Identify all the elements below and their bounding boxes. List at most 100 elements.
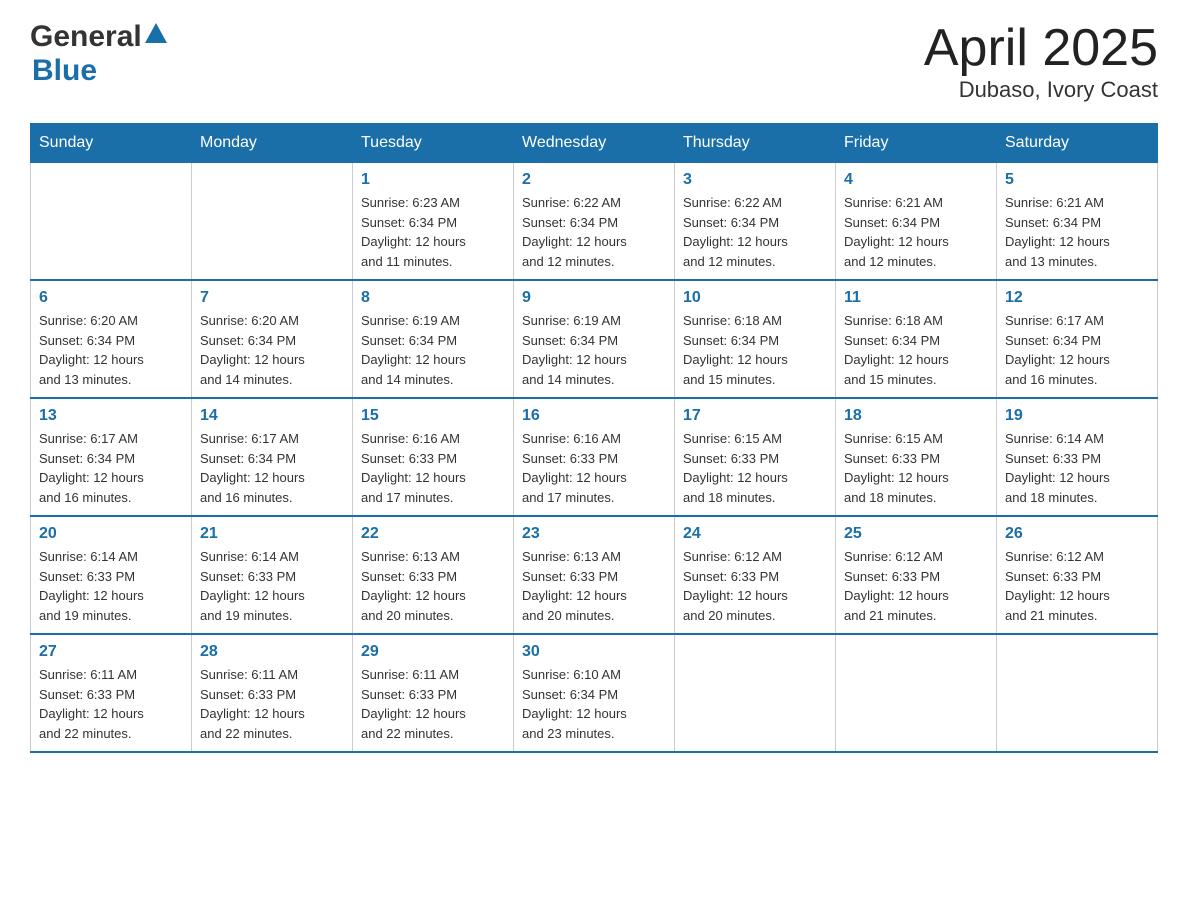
day-info: Sunrise: 6:22 AM Sunset: 6:34 PM Dayligh… <box>522 193 666 271</box>
calendar-cell: 28 Sunrise: 6:11 AM Sunset: 6:33 PM Dayli… <box>192 634 353 752</box>
calendar-cell: 22 Sunrise: 6:13 AM Sunset: 6:33 PM Dayli… <box>353 516 514 634</box>
logo-blue-text: Blue <box>32 54 97 87</box>
day-number: 5 <box>1005 171 1149 189</box>
day-number: 1 <box>361 171 505 189</box>
calendar-subtitle: Dubaso, Ivory Coast <box>924 77 1158 103</box>
weekday-header-saturday: Saturday <box>997 124 1158 163</box>
day-number: 22 <box>361 525 505 543</box>
calendar-cell: 30 Sunrise: 6:10 AM Sunset: 6:34 PM Dayli… <box>514 634 675 752</box>
week-row-5: 27 Sunrise: 6:11 AM Sunset: 6:33 PM Dayli… <box>31 634 1158 752</box>
calendar-cell <box>836 634 997 752</box>
weekday-header-sunday: Sunday <box>31 124 192 163</box>
day-number: 12 <box>1005 289 1149 307</box>
calendar-cell: 23 Sunrise: 6:13 AM Sunset: 6:33 PM Dayli… <box>514 516 675 634</box>
day-info: Sunrise: 6:17 AM Sunset: 6:34 PM Dayligh… <box>39 429 183 507</box>
calendar-cell: 26 Sunrise: 6:12 AM Sunset: 6:33 PM Dayli… <box>997 516 1158 634</box>
day-info: Sunrise: 6:16 AM Sunset: 6:33 PM Dayligh… <box>361 429 505 507</box>
calendar-title: April 2025 <box>924 20 1158 77</box>
day-info: Sunrise: 6:17 AM Sunset: 6:34 PM Dayligh… <box>200 429 344 507</box>
day-info: Sunrise: 6:11 AM Sunset: 6:33 PM Dayligh… <box>361 665 505 743</box>
calendar-cell: 2Sunrise: 6:22 AM Sunset: 6:34 PM Daylig… <box>514 163 675 281</box>
day-number: 18 <box>844 407 988 425</box>
day-number: 23 <box>522 525 666 543</box>
day-number: 15 <box>361 407 505 425</box>
day-info: Sunrise: 6:13 AM Sunset: 6:33 PM Dayligh… <box>522 547 666 625</box>
page-header: General Blue April 2025 Dubaso, Ivory Co… <box>30 20 1158 103</box>
day-number: 19 <box>1005 407 1149 425</box>
day-number: 27 <box>39 643 183 661</box>
day-number: 13 <box>39 407 183 425</box>
day-number: 9 <box>522 289 666 307</box>
day-info: Sunrise: 6:15 AM Sunset: 6:33 PM Dayligh… <box>683 429 827 507</box>
day-number: 21 <box>200 525 344 543</box>
day-info: Sunrise: 6:23 AM Sunset: 6:34 PM Dayligh… <box>361 193 505 271</box>
day-number: 20 <box>39 525 183 543</box>
day-info: Sunrise: 6:16 AM Sunset: 6:33 PM Dayligh… <box>522 429 666 507</box>
week-row-2: 6 Sunrise: 6:20 AM Sunset: 6:34 PM Daylig… <box>31 280 1158 398</box>
day-number: 7 <box>200 289 344 307</box>
day-info: Sunrise: 6:11 AM Sunset: 6:33 PM Dayligh… <box>39 665 183 743</box>
day-number: 6 <box>39 289 183 307</box>
day-number: 30 <box>522 643 666 661</box>
weekday-header-row: SundayMondayTuesdayWednesdayThursdayFrid… <box>31 124 1158 163</box>
calendar-cell: 25Sunrise: 6:12 AM Sunset: 6:33 PM Dayli… <box>836 516 997 634</box>
logo-general-text: General <box>30 20 142 54</box>
calendar-cell: 15 Sunrise: 6:16 AM Sunset: 6:33 PM Dayli… <box>353 398 514 516</box>
day-info: Sunrise: 6:10 AM Sunset: 6:34 PM Dayligh… <box>522 665 666 743</box>
day-info: Sunrise: 6:22 AM Sunset: 6:34 PM Dayligh… <box>683 193 827 271</box>
weekday-header-tuesday: Tuesday <box>353 124 514 163</box>
weekday-header-thursday: Thursday <box>675 124 836 163</box>
calendar-cell <box>192 163 353 281</box>
day-number: 24 <box>683 525 827 543</box>
calendar-cell: 11Sunrise: 6:18 AM Sunset: 6:34 PM Dayli… <box>836 280 997 398</box>
calendar-cell <box>675 634 836 752</box>
day-info: Sunrise: 6:12 AM Sunset: 6:33 PM Dayligh… <box>844 547 988 625</box>
day-info: Sunrise: 6:12 AM Sunset: 6:33 PM Dayligh… <box>1005 547 1149 625</box>
day-number: 26 <box>1005 525 1149 543</box>
calendar-cell: 10 Sunrise: 6:18 AM Sunset: 6:34 PM Dayli… <box>675 280 836 398</box>
day-number: 8 <box>361 289 505 307</box>
calendar-cell <box>31 163 192 281</box>
week-row-4: 20Sunrise: 6:14 AM Sunset: 6:33 PM Dayli… <box>31 516 1158 634</box>
calendar-cell: 8Sunrise: 6:19 AM Sunset: 6:34 PM Daylig… <box>353 280 514 398</box>
day-info: Sunrise: 6:20 AM Sunset: 6:34 PM Dayligh… <box>200 311 344 389</box>
calendar-cell: 24Sunrise: 6:12 AM Sunset: 6:33 PM Dayli… <box>675 516 836 634</box>
calendar-cell: 18 Sunrise: 6:15 AM Sunset: 6:33 PM Dayli… <box>836 398 997 516</box>
calendar-cell: 16 Sunrise: 6:16 AM Sunset: 6:33 PM Dayli… <box>514 398 675 516</box>
day-info: Sunrise: 6:15 AM Sunset: 6:33 PM Dayligh… <box>844 429 988 507</box>
weekday-header-friday: Friday <box>836 124 997 163</box>
calendar-table: SundayMondayTuesdayWednesdayThursdayFrid… <box>30 123 1158 753</box>
weekday-header-wednesday: Wednesday <box>514 124 675 163</box>
calendar-title-block: April 2025 Dubaso, Ivory Coast <box>924 20 1158 103</box>
logo: General Blue <box>30 20 167 88</box>
week-row-3: 13 Sunrise: 6:17 AM Sunset: 6:34 PM Dayli… <box>31 398 1158 516</box>
calendar-cell <box>997 634 1158 752</box>
calendar-cell: 17 Sunrise: 6:15 AM Sunset: 6:33 PM Dayli… <box>675 398 836 516</box>
calendar-cell: 12 Sunrise: 6:17 AM Sunset: 6:34 PM Dayli… <box>997 280 1158 398</box>
logo-triangle-icon <box>145 23 167 48</box>
day-number: 11 <box>844 289 988 307</box>
calendar-cell: 7 Sunrise: 6:20 AM Sunset: 6:34 PM Daylig… <box>192 280 353 398</box>
day-number: 17 <box>683 407 827 425</box>
calendar-cell: 5 Sunrise: 6:21 AM Sunset: 6:34 PM Daylig… <box>997 163 1158 281</box>
calendar-cell: 13 Sunrise: 6:17 AM Sunset: 6:34 PM Dayli… <box>31 398 192 516</box>
day-info: Sunrise: 6:21 AM Sunset: 6:34 PM Dayligh… <box>1005 193 1149 271</box>
calendar-cell: 20Sunrise: 6:14 AM Sunset: 6:33 PM Dayli… <box>31 516 192 634</box>
day-info: Sunrise: 6:20 AM Sunset: 6:34 PM Dayligh… <box>39 311 183 389</box>
calendar-cell: 3 Sunrise: 6:22 AM Sunset: 6:34 PM Daylig… <box>675 163 836 281</box>
day-number: 10 <box>683 289 827 307</box>
day-number: 28 <box>200 643 344 661</box>
day-number: 14 <box>200 407 344 425</box>
week-row-1: 1 Sunrise: 6:23 AM Sunset: 6:34 PM Daylig… <box>31 163 1158 281</box>
weekday-header-monday: Monday <box>192 124 353 163</box>
calendar-cell: 14 Sunrise: 6:17 AM Sunset: 6:34 PM Dayli… <box>192 398 353 516</box>
day-number: 16 <box>522 407 666 425</box>
day-info: Sunrise: 6:11 AM Sunset: 6:33 PM Dayligh… <box>200 665 344 743</box>
calendar-cell: 21Sunrise: 6:14 AM Sunset: 6:33 PM Dayli… <box>192 516 353 634</box>
day-info: Sunrise: 6:13 AM Sunset: 6:33 PM Dayligh… <box>361 547 505 625</box>
day-number: 3 <box>683 171 827 189</box>
day-info: Sunrise: 6:18 AM Sunset: 6:34 PM Dayligh… <box>683 311 827 389</box>
day-number: 4 <box>844 171 988 189</box>
day-info: Sunrise: 6:17 AM Sunset: 6:34 PM Dayligh… <box>1005 311 1149 389</box>
day-info: Sunrise: 6:21 AM Sunset: 6:34 PM Dayligh… <box>844 193 988 271</box>
